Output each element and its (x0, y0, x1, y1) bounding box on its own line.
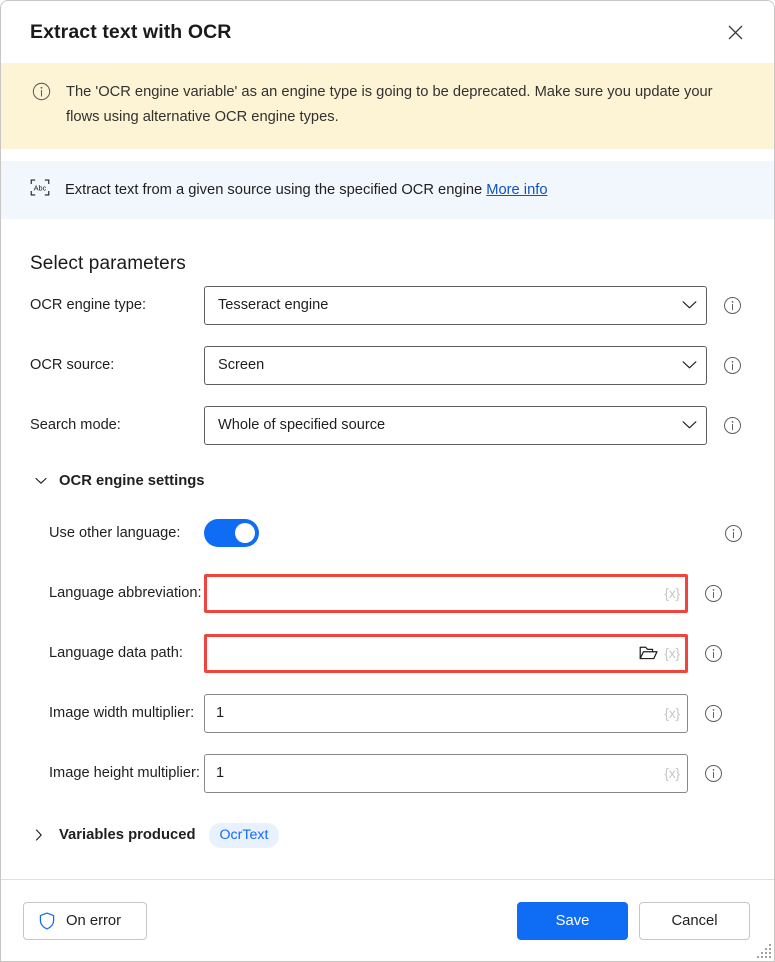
label-image-height-multiplier: Image height multiplier: (49, 765, 200, 781)
dialog-titlebar: Extract text with OCR (1, 1, 774, 63)
info-icon-use-other-language[interactable] (722, 522, 744, 544)
field-row-ocr-source: OCR source: Screen (30, 335, 744, 395)
deprecation-warning-banner: The 'OCR engine variable' as an engine t… (1, 63, 774, 149)
label-search-mode: Search mode: (30, 417, 121, 433)
variable-picker-icon[interactable]: {x} (664, 705, 680, 721)
image-height-multiplier-input[interactable] (216, 765, 659, 781)
ocr-source-value: Screen (218, 357, 265, 373)
info-icon-search-mode[interactable] (721, 414, 743, 436)
variables-produced-group-header[interactable]: Variables produced OcrText (30, 813, 744, 857)
extract-text-with-ocr-dialog: Extract text with OCR The 'OCR engine va… (0, 0, 775, 962)
variables-produced-title: Variables produced (59, 827, 196, 843)
field-row-search-mode: Search mode: Whole of specified source (30, 395, 744, 455)
info-icon-ocr-source[interactable] (721, 354, 743, 376)
dialog-footer: On error Save Cancel (1, 879, 774, 961)
folder-open-icon[interactable] (639, 645, 658, 661)
info-icon-image-width-multiplier[interactable] (702, 702, 724, 724)
ocr-engine-type-value: Tesseract engine (218, 297, 329, 313)
label-language-abbreviation: Language abbreviation: (49, 585, 202, 601)
select-parameters-heading: Select parameters (30, 253, 186, 274)
save-button[interactable]: Save (517, 901, 628, 940)
page-title: Extract text with OCR (30, 20, 232, 43)
image-height-multiplier-input-wrapper[interactable]: {x} (204, 753, 688, 793)
language-abbreviation-input[interactable] (216, 585, 659, 601)
language-data-path-input-wrapper[interactable]: {x} (204, 633, 688, 673)
variable-picker-icon[interactable]: {x} (664, 765, 680, 781)
field-row-language-abbreviation: Language abbreviation: {x} (30, 563, 744, 623)
abc-text-recognition-icon: Abc (30, 179, 50, 201)
label-image-width-multiplier: Image width multiplier: (49, 705, 195, 721)
label-language-data-path: Language data path: (49, 645, 183, 661)
resize-handle[interactable] (757, 944, 771, 958)
field-row-image-width-multiplier: Image width multiplier: {x} (30, 683, 744, 743)
use-other-language-toggle[interactable] (204, 519, 259, 547)
warning-banner-text: The 'OCR engine variable' as an engine t… (66, 84, 713, 125)
close-icon[interactable] (718, 15, 752, 49)
ocr-engine-settings-group-header[interactable]: OCR engine settings (30, 459, 744, 503)
variable-picker-icon[interactable]: {x} (664, 645, 680, 661)
ocr-engine-settings-title: OCR engine settings (59, 473, 205, 489)
variable-picker-icon[interactable]: {x} (664, 585, 680, 601)
label-ocr-engine-type: OCR engine type: (30, 297, 147, 313)
label-ocr-source: OCR source: (30, 357, 115, 373)
toggle-knob (235, 523, 255, 543)
search-mode-value: Whole of specified source (218, 417, 386, 433)
on-error-button[interactable]: On error (23, 901, 147, 940)
info-circle-icon (32, 82, 51, 106)
shield-icon (39, 911, 55, 930)
field-row-ocr-engine-type: OCR engine type: Tesseract engine (30, 275, 744, 335)
ocr-engine-type-dropdown[interactable]: Tesseract engine (204, 285, 707, 325)
svg-text:Abc: Abc (34, 183, 47, 192)
info-icon-image-height-multiplier[interactable] (702, 762, 724, 784)
info-icon-language-abbreviation[interactable] (702, 582, 724, 604)
language-abbreviation-input-wrapper[interactable]: {x} (204, 573, 688, 613)
field-row-image-height-multiplier: Image height multiplier: {x} (30, 743, 744, 803)
variable-pill-ocrtext[interactable]: OcrText (208, 822, 280, 848)
action-description-strip: Abc Extract text from a given source usi… (1, 161, 774, 219)
action-description-label: Extract text from a given source using t… (65, 182, 483, 198)
cancel-button[interactable]: Cancel (639, 901, 750, 940)
chevron-down-icon (682, 420, 697, 430)
ocr-source-dropdown[interactable]: Screen (204, 345, 707, 385)
search-mode-dropdown[interactable]: Whole of specified source (204, 405, 707, 445)
field-row-language-data-path: Language data path: {x} (30, 623, 744, 683)
more-info-link[interactable]: More info (486, 182, 547, 198)
image-width-multiplier-input[interactable] (216, 705, 659, 721)
on-error-label: On error (66, 912, 122, 929)
chevron-down-icon (35, 477, 55, 485)
image-width-multiplier-input-wrapper[interactable]: {x} (204, 693, 688, 733)
chevron-down-icon (682, 360, 697, 370)
language-data-path-input[interactable] (216, 645, 634, 661)
label-use-other-language: Use other language: (49, 525, 181, 541)
dialog-body: Select parameters OCR engine type: Tesse… (1, 219, 774, 879)
chevron-down-icon (682, 300, 697, 310)
banner-gap (1, 149, 774, 161)
info-icon-language-data-path[interactable] (702, 642, 724, 664)
action-description-text: Extract text from a given source using t… (65, 182, 548, 198)
chevron-right-icon (35, 829, 55, 841)
field-row-use-other-language: Use other language: (30, 503, 744, 563)
info-icon-ocr-engine-type[interactable] (721, 294, 743, 316)
